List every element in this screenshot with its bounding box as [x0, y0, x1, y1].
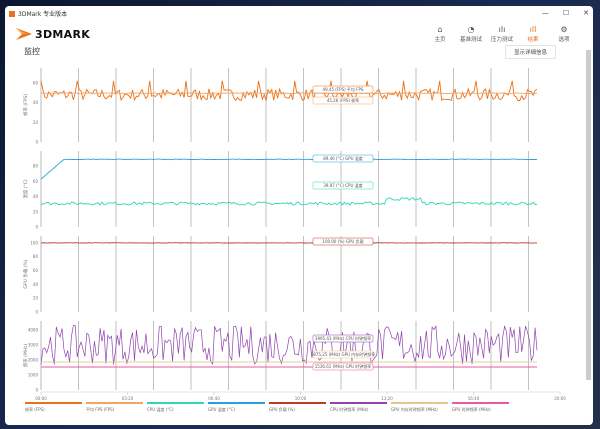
legend-label: GPU 时钟频率 (MHz) — [452, 407, 491, 412]
legend-swatch — [25, 402, 82, 404]
bar-chart-icon: ılı — [498, 25, 506, 34]
x-tick-label: 00:00 — [35, 396, 47, 400]
gear-icon: ⚙ — [560, 25, 568, 34]
window-title: 3DMark 专业版本 — [18, 11, 68, 18]
series-line — [40, 80, 538, 102]
x-tick-label: 10:00 — [295, 396, 307, 400]
y-tick-label: 1000 — [28, 373, 39, 378]
y-tick-label: 40 — [33, 100, 39, 105]
logo: 3DMARK — [15, 26, 90, 42]
y-tick-label: 20 — [33, 296, 39, 301]
series-line — [40, 325, 538, 366]
x-tick-label: 03:20 — [122, 396, 134, 400]
x-tick-label: 20:00 — [554, 396, 566, 400]
legend-label: 平均 FPS (FPS) — [86, 407, 115, 412]
nav-label: 基准测试 — [460, 37, 483, 43]
show-details-button[interactable]: 显示详细信息 — [504, 45, 556, 59]
legend-swatch — [391, 402, 448, 404]
legend-label: GPU 内存时钟频率 (MHz) — [391, 407, 438, 412]
legend-label: CPU 时钟频率 (MHz) — [330, 407, 369, 412]
readout-label: 3995.43 (MHz) CPU 时钟频率 — [315, 335, 371, 341]
nav-gear[interactable]: ⚙ 选项 — [553, 24, 575, 43]
legend-label: GPU 温度 (°C) — [208, 407, 235, 412]
y-tick-label: 80 — [33, 164, 39, 169]
nav-gauge[interactable]: ◔ 基准测试 — [460, 24, 482, 43]
legend-swatch — [330, 402, 387, 404]
legend-item[interactable]: CPU 时钟频率 (MHz) — [330, 402, 387, 413]
readout-label: 39.87 (°C) CPU 温度 — [323, 182, 362, 188]
readout-label: 1875.25 (MHz) GPU 内存时钟频率 — [311, 351, 375, 357]
logo-wing-icon — [16, 28, 32, 40]
gauge-icon: ◔ — [467, 25, 475, 34]
legend-swatch — [269, 402, 326, 404]
x-tick-label: 06:40 — [208, 396, 220, 400]
y-tick-label: 60 — [33, 179, 39, 184]
readout-label: 100.00 (%) GPU 负载 — [322, 238, 363, 244]
minimize-button[interactable]: — — [542, 9, 549, 17]
readout-label: 45.26 (FPS) 帧率 — [327, 97, 359, 103]
y-tick-label: 60 — [33, 80, 39, 85]
y-axis-label: GPU 负载 (%) — [22, 259, 29, 288]
legend-item[interactable]: 平均 FPS (FPS) — [86, 402, 143, 413]
y-tick-label: 4000 — [28, 328, 39, 333]
legend-swatch — [452, 402, 509, 404]
y-tick-label: 40 — [33, 282, 39, 287]
y-tick-label: 0 — [35, 310, 38, 315]
y-tick-label: 0 — [35, 140, 38, 145]
x-tick-label: 13:20 — [381, 396, 393, 400]
readout-label: 89.46 (°C) GPU 温度 — [323, 155, 363, 161]
title-bar: 3DMark 专业版本 — ☐ ✕ — [5, 6, 593, 21]
series-line — [40, 158, 538, 180]
legend-label: 帧率 (FPS) — [25, 407, 45, 412]
legend-item[interactable]: GPU 温度 (°C) — [208, 402, 265, 413]
nav-bar-chart[interactable]: ılı 压力测试 — [491, 24, 513, 43]
y-axis-label: 帧率 (FPS) — [22, 94, 29, 116]
monitoring-chart: 0 20 40 60 帧率 (FPS) 49.45 (FPS) 平均 FPS 45.26 (… — [22, 68, 566, 400]
x-tick-label: 16:40 — [468, 396, 480, 400]
y-tick-label: 0 — [35, 388, 38, 393]
scrollbar[interactable] — [586, 50, 591, 380]
y-tick-label: 2000 — [28, 358, 39, 363]
main-nav: ⌂ 主页 ◔ 基准测试 ılı 压力测试 ıll 结果 ⚙ 选项 — [429, 24, 575, 43]
y-axis-label: 温度 (°C) — [22, 179, 29, 199]
legend-item[interactable]: GPU 负载 (%) — [269, 402, 326, 413]
series-line — [40, 92, 538, 94]
y-axis-label: 频率 (MHz) — [22, 343, 29, 367]
app-window: 3DMark 专业版本 — ☐ ✕ 3DMARK ⌂ 主页 ◔ 基准测试 ılı 压力测试… — [5, 6, 593, 425]
legend-label: GPU 负载 (%) — [269, 407, 295, 412]
y-tick-label: 40 — [33, 194, 39, 199]
y-tick-label: 60 — [33, 268, 39, 273]
section-title: 监控 — [24, 47, 40, 56]
y-tick-label: 3000 — [28, 343, 39, 348]
y-tick-label: 0 — [35, 225, 38, 230]
logo-text: 3DMARK — [35, 27, 91, 41]
home-icon: ⌂ — [437, 25, 443, 34]
legend-item[interactable]: CPU 温度 (°C) — [147, 402, 204, 413]
nav-results[interactable]: ıll 结果 — [522, 24, 544, 43]
y-tick-label: 20 — [33, 209, 39, 214]
legend-swatch — [147, 402, 204, 404]
results-icon: ıll — [529, 25, 537, 34]
series-line — [40, 197, 538, 206]
readout-label: 49.45 (FPS) 平均 FPS — [323, 86, 364, 92]
nav-label: 主页 — [434, 37, 446, 43]
legend-item[interactable]: 帧率 (FPS) — [25, 402, 82, 413]
nav-label: 选项 — [558, 37, 570, 43]
legend-label: CPU 温度 (°C) — [147, 407, 174, 412]
legend-swatch — [86, 402, 143, 404]
nav-home[interactable]: ⌂ 主页 — [429, 24, 451, 43]
nav-label: 压力测试 — [491, 37, 514, 43]
nav-label: 结果 — [527, 37, 539, 43]
legend-swatch — [208, 402, 265, 404]
y-tick-label: 20 — [33, 120, 39, 125]
readout-label: 1536.61 (MHz) GPU 时钟频率 — [315, 363, 371, 369]
y-tick-label: 80 — [33, 254, 39, 259]
legend-item[interactable]: GPU 内存时钟频率 (MHz) — [391, 402, 448, 413]
maximize-button[interactable]: ☐ — [563, 9, 569, 17]
app-icon — [9, 10, 15, 17]
y-tick-label: 100 — [30, 240, 38, 245]
close-button[interactable]: ✕ — [583, 9, 589, 17]
legend: 帧率 (FPS) 平均 FPS (FPS) CPU 温度 (°C) GPU 温度 (°… — [25, 402, 509, 413]
legend-item[interactable]: GPU 时钟频率 (MHz) — [452, 402, 509, 413]
